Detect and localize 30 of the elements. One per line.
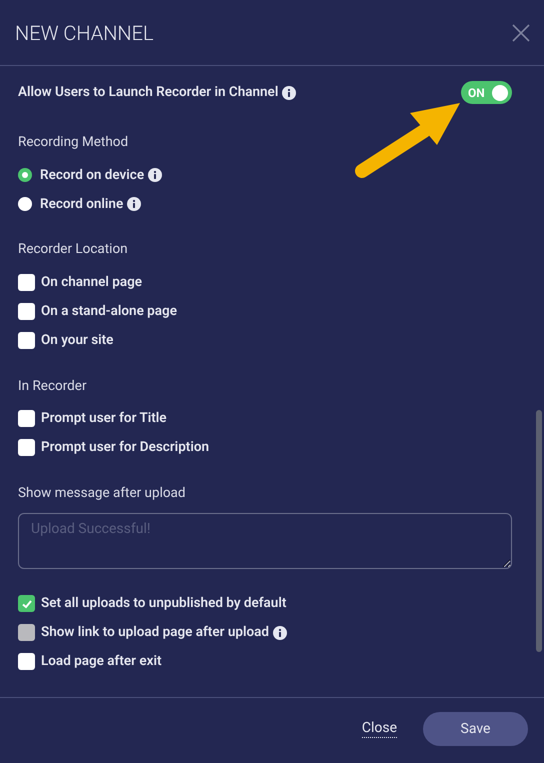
option-label: On your site: [41, 330, 114, 350]
section-heading: In Recorder: [18, 376, 88, 396]
close-link[interactable]: Close: [362, 720, 397, 738]
option-label: Prompt user for Description: [41, 438, 210, 458]
checkbox[interactable]: [18, 302, 35, 320]
checkbox[interactable]: [18, 653, 35, 670]
checkbox[interactable]: [18, 410, 35, 427]
option-label: On channel page: [41, 272, 142, 292]
option-label: Load page after exit: [41, 652, 162, 672]
option-label: On a stand-alone page: [41, 302, 177, 321]
checkbox[interactable]: [18, 332, 35, 348]
section-heading: Show message after upload: [18, 484, 187, 503]
option-label: Record online: [40, 194, 124, 214]
radio-button[interactable]: [18, 196, 32, 211]
setting-label: Allow Users to Launch Recorder in Channel: [18, 83, 278, 102]
radio-button[interactable]: [18, 168, 32, 182]
check-icon: [20, 598, 32, 610]
section-heading: Recording Method: [18, 133, 130, 152]
option-label: Set all uploads to unpublished by default: [41, 594, 286, 614]
checkbox[interactable]: [18, 595, 35, 612]
option-label: Prompt user for Title: [41, 409, 167, 428]
dialog-title: NEW CHANNEL: [15, 20, 154, 46]
save-button[interactable]: Save: [423, 712, 528, 746]
checkbox[interactable]: [18, 438, 35, 456]
checkbox[interactable]: [18, 274, 35, 290]
section-heading: Recorder Location: [18, 240, 129, 260]
scrollbar[interactable]: [536, 410, 542, 652]
option-label: Record on device: [40, 166, 144, 185]
close-icon[interactable]: [512, 24, 530, 42]
option-label: Show link to upload page after upload: [41, 623, 269, 642]
